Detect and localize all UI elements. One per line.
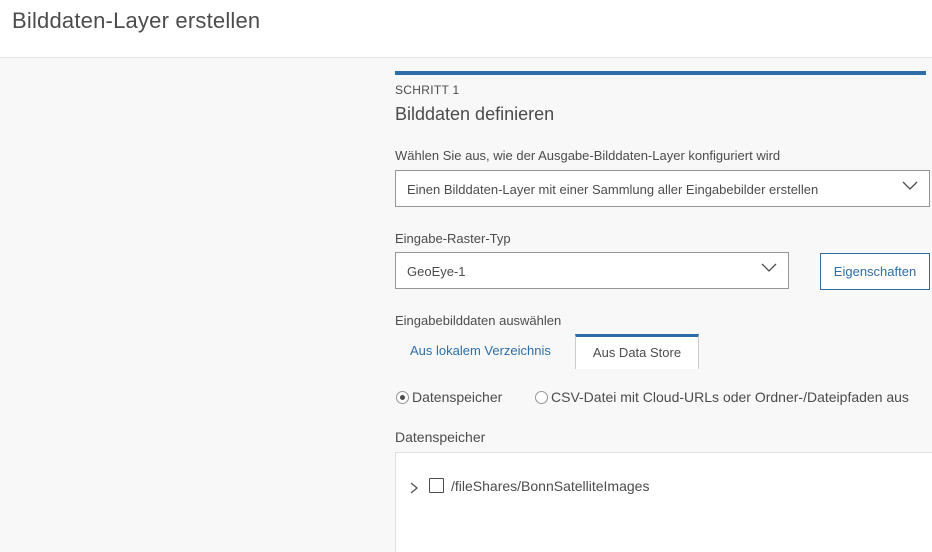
radio-csv-file[interactable] <box>535 391 548 404</box>
step-title: Bilddaten definieren <box>395 104 555 124</box>
radio-datastore[interactable] <box>396 391 409 404</box>
properties-button[interactable]: Eigenschaften <box>820 253 930 290</box>
step-progress-bar <box>395 71 926 75</box>
chevron-right-icon[interactable] <box>410 482 419 494</box>
tab-data-store[interactable]: Aus Data Store <box>575 334 699 369</box>
config-select[interactable]: Einen Bilddaten-Layer mit einer Sammlung… <box>395 170 930 207</box>
tree-item-checkbox[interactable] <box>429 478 444 493</box>
step-label: SCHRITT 1 <box>395 83 460 97</box>
page-title: Bilddaten-Layer erstellen <box>12 8 261 33</box>
datastore-label: Datenspeicher <box>395 429 486 445</box>
config-label: Wählen Sie aus, wie der Ausgabe-Bilddate… <box>395 148 781 163</box>
chevron-down-icon <box>761 263 777 272</box>
raster-type-select[interactable]: GeoEye-1 <box>395 252 789 289</box>
raster-type-label: Eingabe-Raster-Typ <box>395 231 511 246</box>
source-options: Datenspeicher CSV-Datei mit Cloud-URLs o… <box>395 389 932 409</box>
radio-csv-file-label: CSV-Datei mit Cloud-URLs oder Ordner-/Da… <box>551 389 909 405</box>
source-tabs: Aus lokalem Verzeichnis Aus Data Store <box>395 334 932 369</box>
raster-type-select-value: GeoEye-1 <box>407 264 466 279</box>
step-panel: SCHRITT 1 Bilddaten definieren Wählen Si… <box>395 71 932 552</box>
radio-datastore-label: Datenspeicher <box>412 389 503 405</box>
page-header: Bilddaten-Layer erstellen <box>0 0 932 58</box>
tab-local-directory[interactable]: Aus lokalem Verzeichnis <box>410 334 551 369</box>
input-imagery-label: Eingabebilddaten auswählen <box>395 313 562 328</box>
datastore-tree: /fileShares/BonnSatelliteImages <box>395 452 932 552</box>
tree-item-label: /fileShares/BonnSatelliteImages <box>451 478 650 494</box>
config-select-value: Einen Bilddaten-Layer mit einer Sammlung… <box>407 182 819 197</box>
chevron-down-icon <box>902 181 918 190</box>
